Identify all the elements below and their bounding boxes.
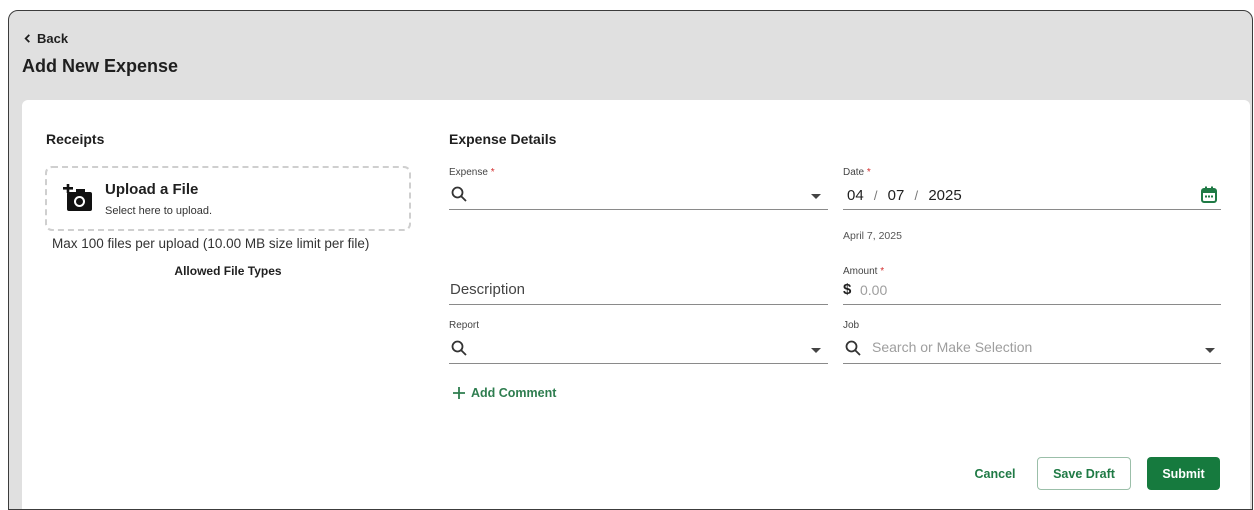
report-select[interactable]	[449, 333, 828, 364]
expense-label: Expense *	[449, 167, 495, 178]
add-comment-button[interactable]: Add Comment	[452, 386, 556, 400]
upload-title: Upload a File	[105, 181, 199, 198]
add-photo-icon	[63, 184, 92, 211]
receipts-title: Receipts	[46, 131, 105, 147]
search-icon	[451, 340, 467, 356]
caret-down-icon	[811, 194, 821, 199]
expense-select[interactable]	[449, 180, 828, 210]
calendar-icon[interactable]	[1201, 186, 1217, 203]
description-input[interactable]: Description	[449, 265, 828, 305]
allowed-file-types-link[interactable]: Allowed File Types	[45, 264, 411, 278]
currency-symbol: $	[843, 281, 852, 298]
expense-page: Back Add New Expense Receipts Upload a F…	[8, 10, 1253, 510]
date-hint: April 7, 2025	[843, 230, 902, 242]
date-value: 04 / 07 / 2025	[847, 187, 962, 204]
page-title: Add New Expense	[22, 56, 179, 76]
cancel-button[interactable]: Cancel	[963, 457, 1027, 490]
expense-details-title: Expense Details	[449, 131, 557, 147]
date-label: Date *	[843, 167, 871, 178]
search-icon	[451, 186, 467, 202]
amount-label: Amount *	[843, 266, 885, 277]
date-input[interactable]: 04 / 07 / 2025	[843, 180, 1221, 210]
caret-down-icon	[1205, 348, 1215, 353]
back-label: Back	[37, 31, 69, 46]
job-select[interactable]: Search or Make Selection	[843, 333, 1221, 364]
upload-subtitle: Select here to upload.	[105, 205, 213, 217]
add-comment-label: Add Comment	[471, 386, 557, 400]
chevron-left-icon	[24, 34, 30, 43]
amount-input[interactable]: $ 0.00	[843, 277, 1221, 305]
upload-file-dropzone[interactable]: Upload a File Select here to upload.	[45, 166, 411, 231]
amount-placeholder: 0.00	[860, 282, 888, 298]
plus-icon	[453, 387, 465, 399]
job-placeholder: Search or Make Selection	[872, 339, 1033, 355]
save-draft-button[interactable]: Save Draft	[1037, 457, 1131, 490]
caret-down-icon	[811, 348, 821, 353]
upload-limit-text: Max 100 files per upload (10.00 MB size …	[52, 236, 370, 251]
report-label: Report	[449, 320, 480, 331]
search-icon	[845, 340, 861, 356]
description-placeholder: Description	[450, 281, 526, 298]
expense-form-card: Receipts Upload a File Select here to up…	[22, 100, 1250, 509]
job-label: Job	[843, 320, 860, 331]
back-link[interactable]: Back	[23, 31, 68, 46]
submit-button[interactable]: Submit	[1147, 457, 1220, 490]
